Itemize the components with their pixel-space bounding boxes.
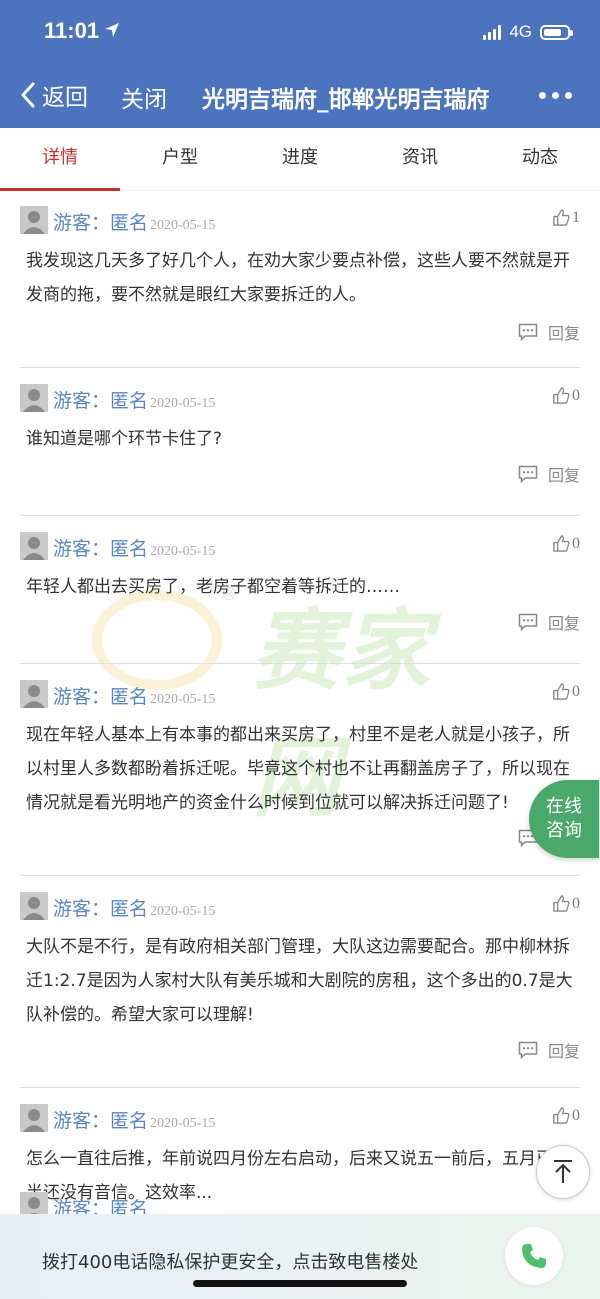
comment-user[interactable]: 游客：匿名 2020-05-15 <box>53 894 215 921</box>
comment-text: 现在年轻人基本上有本事的都出来买房了，村里不是老人就是小孩子，所以村里人多数都盼… <box>26 725 570 813</box>
comment-date: 2020-05-15 <box>150 692 216 707</box>
avatar <box>20 892 48 920</box>
avatar <box>20 384 48 412</box>
home-indicator <box>193 1280 407 1287</box>
comment-text: 我发现这几天多了好几个人，在劝大家少要点补偿，这些人要不然就是开发商的拖，要不然… <box>26 251 570 305</box>
thumbs-up-icon <box>553 1107 570 1124</box>
comment-user[interactable]: 游客：匿名 2020-05-15 <box>53 682 215 709</box>
thumbs-up-icon <box>553 387 570 404</box>
reply-button[interactable]: 回复 <box>518 1038 580 1062</box>
like-count: 0 <box>572 682 580 700</box>
comment-list: 游客：匿名 2020-05-15 1 我发现这几天多了好几个人，在劝大家少要点补偿… <box>0 190 600 1268</box>
comment-date: 2020-05-15 <box>150 218 216 233</box>
like-count: 0 <box>572 386 580 404</box>
comment-user[interactable]: 游客：匿名 2020-05-15 <box>53 386 215 413</box>
avatar <box>20 206 48 234</box>
like-button[interactable]: 0 <box>552 534 580 553</box>
comment-item: 游客：匿名 2020-05-15 0 现在年轻人基本上有本事的都出来买房了，村里不… <box>20 680 580 876</box>
arrow-up-icon <box>554 1160 572 1183</box>
tab-news[interactable]: 资讯 <box>360 128 480 190</box>
location-arrow-icon <box>105 23 119 37</box>
like-count: 0 <box>572 1106 580 1124</box>
like-button[interactable]: 1 <box>552 208 580 227</box>
thumbs-up-icon <box>553 209 570 226</box>
comment-user[interactable]: 游客：匿名 <box>53 1194 148 1214</box>
comment-item: 游客：匿名 2020-05-15 1 我发现这几天多了好几个人，在劝大家少要点补偿… <box>20 206 580 368</box>
reply-button[interactable]: 回复 <box>518 610 580 634</box>
reply-label: 回复 <box>547 614 580 633</box>
more-button[interactable] <box>539 92 572 99</box>
phone-icon <box>522 1244 546 1268</box>
more-dot-icon <box>552 92 559 99</box>
avatar <box>20 532 48 560</box>
page-title: 光明吉瑞府_邯郸光明吉瑞府 <box>202 87 490 113</box>
battery-level <box>544 28 561 36</box>
call-bar-text: 拨打400电话隐私保护更安全，点击致电售楼处 <box>42 1252 419 1273</box>
comment-text: 年轻人都出去买房了，老房子都空着等拆迁的…… <box>26 577 400 597</box>
like-count: 0 <box>572 534 580 552</box>
chevron-left-icon <box>21 82 35 108</box>
comment-icon <box>518 1041 538 1059</box>
reply-button[interactable]: 回复 <box>518 462 580 486</box>
like-button[interactable]: 0 <box>552 386 580 405</box>
avatar <box>20 1192 48 1214</box>
comment-icon <box>518 613 538 631</box>
like-count: 0 <box>572 894 580 912</box>
avatar <box>20 1104 48 1132</box>
reply-label: 回复 <box>547 466 580 485</box>
tab-progress[interactable]: 进度 <box>240 128 360 190</box>
reply-label: 回复 <box>547 1042 580 1061</box>
like-button[interactable]: 0 <box>552 682 580 701</box>
comment-user[interactable]: 游客：匿名 2020-05-15 <box>53 1106 215 1133</box>
thumbs-up-icon <box>553 683 570 700</box>
tab-floorplan[interactable]: 户型 <box>120 128 240 190</box>
status-indicators: 4G <box>483 22 573 42</box>
thumbs-up-icon <box>553 895 570 912</box>
reply-button[interactable]: 回复 <box>518 320 580 344</box>
comment-date: 2020-05-15 <box>150 396 216 411</box>
battery-icon <box>540 24 573 40</box>
status-time: 11:01 <box>44 18 100 43</box>
back-label: 返回 <box>42 85 88 111</box>
back-to-top-button[interactable] <box>536 1145 590 1199</box>
like-button[interactable]: 0 <box>552 1106 580 1125</box>
online-consult-button[interactable]: 在线 咨询 <box>529 780 599 858</box>
tab-detail[interactable]: 详情 <box>0 128 120 191</box>
close-button[interactable]: 关闭 <box>121 80 167 114</box>
back-button[interactable]: 返回 <box>20 78 88 112</box>
comment-icon <box>518 465 538 483</box>
comment-text: 谁知道是哪个环节卡住了? <box>26 429 223 449</box>
top-bar: 11:01 4G 返回 关闭 光明吉瑞府_邯郸光明吉瑞府 <box>0 0 600 128</box>
more-dot-icon <box>539 92 546 99</box>
call-button[interactable] <box>505 1227 563 1285</box>
comment-icon <box>518 323 538 341</box>
avatar <box>20 680 48 708</box>
comment-item: 游客：匿名 2020-05-15 0 大队不是不行，是有政府相关部门管理，大队这边… <box>20 892 580 1088</box>
comment-date: 2020-05-15 <box>150 544 216 559</box>
signal-icon <box>483 24 502 40</box>
tab-updates[interactable]: 动态 <box>480 128 600 190</box>
like-count: 1 <box>572 208 580 226</box>
tab-bar: 详情 户型 进度 资讯 动态 <box>0 128 600 191</box>
comment-user[interactable]: 游客：匿名 2020-05-15 <box>53 534 215 561</box>
thumbs-up-icon <box>553 535 570 552</box>
like-button[interactable]: 0 <box>552 894 580 913</box>
comment-item: 游客：匿名 2020-05-15 0 谁知道是哪个环节卡住了? 回复 <box>20 384 580 516</box>
network-type: 4G <box>509 22 532 41</box>
comment-date: 2020-05-15 <box>150 1116 216 1131</box>
reply-label: 回复 <box>547 324 580 343</box>
comment-text: 大队不是不行，是有政府相关部门管理，大队这边需要配合。那中柳林拆迁1:2.7是因… <box>26 937 573 1025</box>
comment-item: 游客：匿名 2020-05-15 0 年轻人都出去买房了，老房子都空着等拆迁的……… <box>20 532 580 664</box>
comment-user[interactable]: 游客：匿名 2020-05-15 <box>53 208 215 235</box>
more-dot-icon <box>565 92 572 99</box>
comment-date: 2020-05-15 <box>150 904 216 919</box>
comment-item-partial: 游客：匿名 <box>20 1188 580 1214</box>
